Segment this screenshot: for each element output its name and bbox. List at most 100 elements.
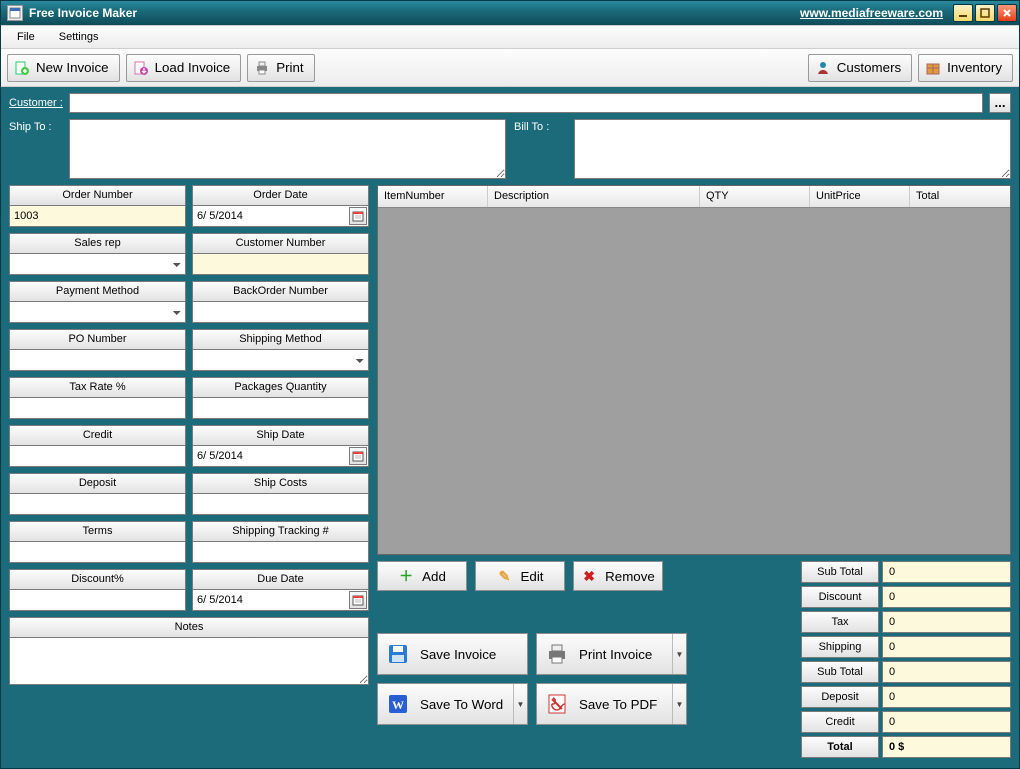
minimize-button[interactable] (953, 4, 973, 22)
col-total[interactable]: Total (910, 186, 1010, 207)
credit-total-value: 0 (882, 711, 1011, 733)
terms-label: Terms (9, 521, 186, 541)
save-invoice-button[interactable]: Save Invoice (377, 633, 528, 675)
printer-icon (543, 640, 571, 668)
add-item-button[interactable]: ＋ Add (377, 561, 467, 591)
save-to-word-button[interactable]: W Save To Word ▼ (377, 683, 528, 725)
customer-input[interactable] (69, 93, 983, 113)
notes-label: Notes (9, 617, 369, 637)
shipping-tracking-input[interactable] (192, 541, 369, 563)
ship-costs-input[interactable] (192, 493, 369, 515)
print-button[interactable]: Print (247, 54, 314, 82)
discount-pct-input[interactable] (9, 589, 186, 611)
tax-label: Tax (801, 611, 879, 633)
subtotal2-label: Sub Total (801, 661, 879, 683)
customers-icon (815, 60, 831, 76)
close-button[interactable] (997, 4, 1017, 22)
edit-item-button[interactable]: ✎ Edit (475, 561, 565, 591)
po-number-input[interactable] (9, 349, 186, 371)
shipping-label: Shipping (801, 636, 879, 658)
due-date-label: Due Date (192, 569, 369, 589)
discount-pct-label: Discount% (9, 569, 186, 589)
content-area: Customer : ... Ship To : Bill To : Order… (1, 87, 1019, 768)
col-item-number[interactable]: ItemNumber (378, 186, 488, 207)
notes-input[interactable] (9, 637, 369, 685)
terms-input[interactable] (9, 541, 186, 563)
deposit-input[interactable] (9, 493, 186, 515)
calendar-icon[interactable] (349, 207, 367, 225)
grand-total-value: 0 $ (882, 736, 1011, 758)
customers-button[interactable]: Customers (808, 54, 912, 82)
shipping-method-select[interactable] (192, 349, 369, 371)
printer-icon (254, 60, 270, 76)
packages-qty-label: Packages Quantity (192, 377, 369, 397)
credit-input[interactable] (9, 445, 186, 467)
ship-date-label: Ship Date (192, 425, 369, 445)
customer-label: Customer : (9, 97, 63, 109)
order-number-input[interactable] (9, 205, 186, 227)
discount-label: Discount (801, 586, 879, 608)
line-items-grid[interactable]: ItemNumber Description QTY UnitPrice Tot… (377, 185, 1011, 555)
shipping-tracking-label: Shipping Tracking # (192, 521, 369, 541)
menu-file[interactable]: File (5, 26, 47, 48)
shipping-method-label: Shipping Method (192, 329, 369, 349)
dropdown-caret-icon[interactable]: ▼ (672, 684, 686, 724)
packages-qty-input[interactable] (192, 397, 369, 419)
maximize-button[interactable] (975, 4, 995, 22)
subtotal-label: Sub Total (801, 561, 879, 583)
calendar-icon[interactable] (349, 447, 367, 465)
ship-to-label: Ship To : (9, 119, 63, 179)
sales-rep-select[interactable] (9, 253, 186, 275)
load-invoice-button[interactable]: Load Invoice (126, 54, 242, 82)
ship-date-input[interactable] (192, 445, 369, 467)
print-invoice-button[interactable]: Print Invoice ▼ (536, 633, 687, 675)
remove-item-button[interactable]: ✖ Remove (573, 561, 663, 591)
tax-rate-input[interactable] (9, 397, 186, 419)
col-description[interactable]: Description (488, 186, 700, 207)
bill-to-input[interactable] (574, 119, 1011, 179)
customer-number-input[interactable] (192, 253, 369, 275)
order-form: Order Number Order Date Sales rep Custom… (9, 185, 369, 758)
titlebar: Free Invoice Maker www.mediafreeware.com (1, 1, 1019, 25)
backorder-number-label: BackOrder Number (192, 281, 369, 301)
app-icon (7, 5, 23, 21)
inventory-button[interactable]: Inventory (918, 54, 1013, 82)
ship-costs-label: Ship Costs (192, 473, 369, 493)
sales-rep-label: Sales rep (9, 233, 186, 253)
col-qty[interactable]: QTY (700, 186, 810, 207)
load-invoice-icon (133, 60, 149, 76)
po-number-label: PO Number (9, 329, 186, 349)
payment-method-label: Payment Method (9, 281, 186, 301)
shipping-value: 0 (882, 636, 1011, 658)
dropdown-caret-icon[interactable]: ▼ (513, 684, 527, 724)
deposit-total-value: 0 (882, 686, 1011, 708)
order-number-label: Order Number (9, 185, 186, 205)
website-link[interactable]: www.mediafreeware.com (800, 6, 943, 20)
menu-settings[interactable]: Settings (47, 26, 111, 48)
col-unit-price[interactable]: UnitPrice (810, 186, 910, 207)
menubar: File Settings (1, 25, 1019, 49)
new-invoice-button[interactable]: New Invoice (7, 54, 120, 82)
save-to-pdf-button[interactable]: Save To PDF ▼ (536, 683, 687, 725)
inventory-icon (925, 60, 941, 76)
ship-to-input[interactable] (69, 119, 506, 179)
x-icon: ✖ (581, 568, 597, 584)
due-date-input[interactable] (192, 589, 369, 611)
payment-method-select[interactable] (9, 301, 186, 323)
plus-icon: ＋ (398, 568, 414, 584)
credit-label: Credit (9, 425, 186, 445)
customer-lookup-button[interactable]: ... (989, 93, 1011, 113)
tax-rate-label: Tax Rate % (9, 377, 186, 397)
grand-total-label: Total (801, 736, 879, 758)
dropdown-caret-icon[interactable]: ▼ (672, 634, 686, 674)
backorder-number-input[interactable] (192, 301, 369, 323)
pencil-icon: ✎ (497, 568, 513, 584)
bill-to-label: Bill To : (514, 119, 568, 179)
discount-value: 0 (882, 586, 1011, 608)
subtotal2-value: 0 (882, 661, 1011, 683)
order-date-input[interactable] (192, 205, 369, 227)
app-title: Free Invoice Maker (29, 6, 137, 20)
app-window: Free Invoice Maker www.mediafreeware.com… (0, 0, 1020, 769)
calendar-icon[interactable] (349, 591, 367, 609)
deposit-label: Deposit (9, 473, 186, 493)
